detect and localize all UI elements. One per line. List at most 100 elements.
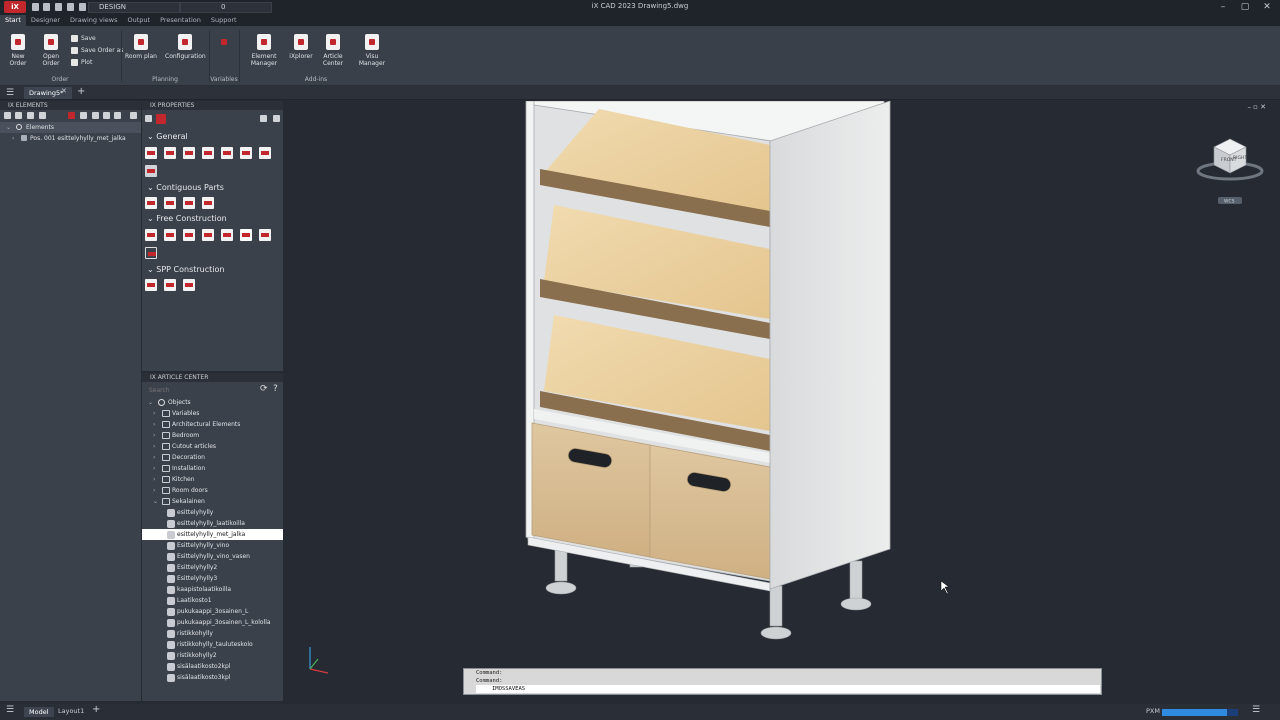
status-mode[interactable]: PXM xyxy=(1146,707,1160,715)
construction-tool-icon[interactable] xyxy=(145,229,157,241)
delete-icon[interactable] xyxy=(145,165,157,177)
general-tool-icon[interactable] xyxy=(240,147,252,159)
article-item[interactable]: Laatikosto1 xyxy=(142,595,283,606)
article-search-input[interactable] xyxy=(146,385,256,395)
save-button[interactable]: Save xyxy=(71,35,96,42)
help-icon[interactable] xyxy=(273,115,280,122)
expand-icon[interactable]: › xyxy=(153,441,155,452)
hamburger-menu-icon[interactable]: ☰ xyxy=(6,88,14,98)
add-layout-button[interactable]: + xyxy=(92,704,100,715)
article-item[interactable]: ristikkohylly_tauluteskolo xyxy=(142,639,283,650)
article-item[interactable]: pukukaappi_3osainen_L xyxy=(142,606,283,617)
tab-output[interactable]: Output xyxy=(122,15,155,26)
article-item[interactable]: ristikkohylly xyxy=(142,628,283,639)
room-plan-button[interactable]: Room plan xyxy=(125,34,157,60)
construction-tool-icon[interactable] xyxy=(164,229,176,241)
maximize-button[interactable]: ▢ xyxy=(1238,1,1252,13)
part-tool-icon[interactable] xyxy=(164,197,176,209)
section-general[interactable]: ⌄ General xyxy=(147,132,188,141)
general-tool-icon[interactable] xyxy=(259,147,271,159)
construction-tool-icon[interactable] xyxy=(240,229,252,241)
minimize-button[interactable]: – xyxy=(1216,1,1230,13)
customize-icon[interactable]: ☰ xyxy=(1252,705,1260,715)
general-tool-icon[interactable] xyxy=(145,147,157,159)
collapse-icon[interactable]: ⌄ xyxy=(148,397,153,408)
refresh-icon[interactable] xyxy=(4,112,11,119)
expand-icon[interactable]: › xyxy=(153,419,155,430)
construction-tool-icon[interactable] xyxy=(183,229,195,241)
article-item[interactable]: Esittelyhylly_vino_vasen xyxy=(142,551,283,562)
expand-icon[interactable]: › xyxy=(153,452,155,463)
select-icon[interactable] xyxy=(68,112,75,119)
article-item[interactable]: esittelyhylly xyxy=(142,507,283,518)
tree-item[interactable]: › Pos. 001 esittelyhylly_met_jalka xyxy=(0,133,141,144)
pin-icon[interactable] xyxy=(260,115,267,122)
tab-layout1[interactable]: Layout1 xyxy=(58,707,84,715)
command-input[interactable]: IMOSSAVEAS xyxy=(476,685,1100,693)
visu-manager-button[interactable]: Visu Manager xyxy=(353,34,391,67)
expand-icon[interactable]: › xyxy=(153,430,155,441)
wrench-icon[interactable] xyxy=(103,112,110,119)
general-tool-icon[interactable] xyxy=(164,147,176,159)
new-tab-button[interactable]: + xyxy=(77,86,85,97)
spp-tool-icon[interactable] xyxy=(164,279,176,291)
filter-icon[interactable] xyxy=(92,112,99,119)
expand-icon[interactable]: › xyxy=(153,463,155,474)
construction-tool-icon[interactable] xyxy=(259,229,271,241)
tree-root[interactable]: ⌄ Elements xyxy=(0,122,141,133)
ixplorer-button[interactable]: iXplorer xyxy=(289,34,313,60)
plot-button[interactable]: Plot xyxy=(71,59,92,66)
tab-start[interactable]: Start xyxy=(0,15,26,26)
tree-folder[interactable]: ⌄ Sekalainen xyxy=(142,496,283,507)
general-tool-icon[interactable] xyxy=(202,147,214,159)
part-tool-icon[interactable] xyxy=(183,197,195,209)
collapse-icon[interactable]: ⌄ xyxy=(6,122,11,133)
tree-objects[interactable]: ⌄ Objects xyxy=(142,397,283,408)
close-tab-icon[interactable]: ✕ xyxy=(61,87,67,95)
tree-folder[interactable]: › Variables xyxy=(142,408,283,419)
save-order-as-button[interactable]: Save Order as xyxy=(71,47,123,54)
expand-icon[interactable]: › xyxy=(12,133,14,144)
tab-model[interactable]: Model xyxy=(24,707,54,717)
element-manager-button[interactable]: Element Manager xyxy=(240,34,288,67)
section-contiguous-parts[interactable]: ⌄ Contiguous Parts xyxy=(147,183,224,192)
variables-button[interactable] xyxy=(214,34,234,53)
section-spp-construction[interactable]: ⌄ SPP Construction xyxy=(147,265,224,274)
tree-folder[interactable]: › Architectural Elements xyxy=(142,419,283,430)
new-order-button[interactable]: New Order xyxy=(3,34,33,67)
article-item[interactable]: ristikkohylly2 xyxy=(142,650,283,661)
tree-folder[interactable]: › Room doors xyxy=(142,485,283,496)
general-tool-icon[interactable] xyxy=(221,147,233,159)
help-icon[interactable] xyxy=(130,112,137,119)
tree-folder[interactable]: › Kitchen xyxy=(142,474,283,485)
tab-presentation[interactable]: Presentation xyxy=(155,15,206,26)
visibility-icon[interactable] xyxy=(80,112,87,119)
tab-drawing-views[interactable]: Drawing views xyxy=(65,15,122,26)
expand-icon[interactable]: › xyxy=(153,485,155,496)
tree-folder[interactable]: › Bedroom xyxy=(142,430,283,441)
molecule-icon[interactable] xyxy=(145,247,157,259)
article-item[interactable]: sisälaatikosto3kpl xyxy=(142,672,283,683)
tab-support[interactable]: Support xyxy=(206,15,242,26)
tree-folder[interactable]: › Decoration xyxy=(142,452,283,463)
general-tool-icon[interactable] xyxy=(183,147,195,159)
tab-designer[interactable]: Designer xyxy=(26,15,65,26)
open-order-button[interactable]: Open Order xyxy=(35,34,67,67)
construction-tool-icon[interactable] xyxy=(202,229,214,241)
article-center-button[interactable]: Article Center xyxy=(314,34,352,67)
collapse-icon[interactable]: ⌄ xyxy=(153,496,158,507)
drawing-viewport[interactable]: – ▫ ✕ FRONT RIGHT WCS xyxy=(284,101,1276,695)
reload-icon[interactable] xyxy=(15,112,22,119)
sort-icon[interactable] xyxy=(27,112,34,119)
article-item[interactable]: sisälaatikosto2kpl xyxy=(142,661,283,672)
expand-icon[interactable]: › xyxy=(153,474,155,485)
edit-icon[interactable] xyxy=(114,112,121,119)
hamburger-menu-icon[interactable]: ☰ xyxy=(6,705,14,715)
expand-icon[interactable]: › xyxy=(153,408,155,419)
list-icon[interactable] xyxy=(145,115,152,122)
article-item[interactable]: esittelyhylly_laatikoilla xyxy=(142,518,283,529)
article-item[interactable]: esittelyhylly_met_jalka xyxy=(142,529,283,540)
configuration-button[interactable]: Configuration xyxy=(165,34,206,60)
close-button[interactable]: ✕ xyxy=(1260,1,1274,13)
article-item[interactable]: Esittelyhylly_vino xyxy=(142,540,283,551)
